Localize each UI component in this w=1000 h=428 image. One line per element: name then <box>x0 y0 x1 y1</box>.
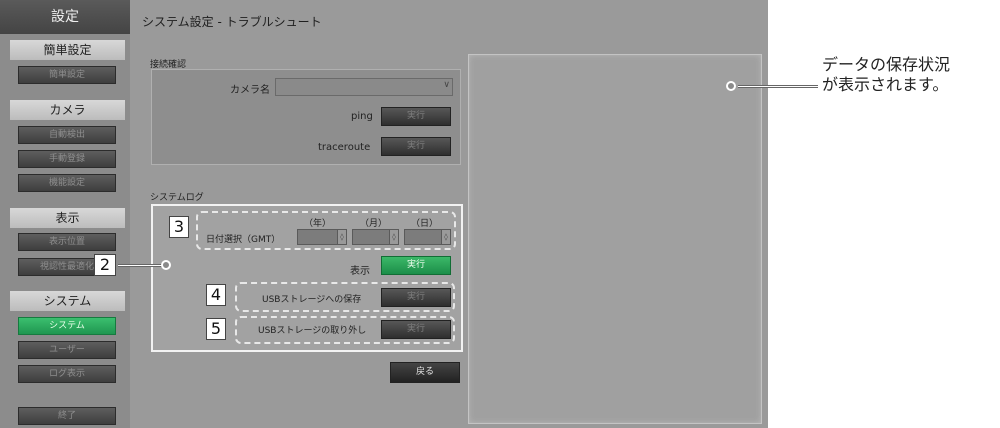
spinner-arrows-icon: ◊ <box>441 230 450 244</box>
ping-label: ping <box>351 111 373 122</box>
traceroute-label: traceroute <box>318 142 371 153</box>
display-label: 表示 <box>350 266 370 277</box>
callout-2-line <box>118 264 163 267</box>
spinner-arrows-icon: ◊ <box>337 230 346 244</box>
spinner-arrows-icon: ◊ <box>389 230 398 244</box>
sidebar-item-function-settings[interactable]: 機能設定 <box>18 174 116 192</box>
syslog-section-label: システムログ <box>150 193 204 203</box>
page-title: システム設定 - トラブルシュート <box>142 15 322 29</box>
usb-remove-label: USBストレージの取り外し <box>258 326 367 336</box>
sidebar-item-manual-register[interactable]: 手動登録 <box>18 150 116 168</box>
exit-button[interactable]: 終了 <box>18 407 116 425</box>
sidebar-item-auto-detect[interactable]: 自動検出 <box>18 126 116 144</box>
sidebar-item-display-position[interactable]: 表示位置 <box>18 233 116 251</box>
callout-2-dot <box>161 260 171 270</box>
sidebar-item-system[interactable]: システム <box>18 317 116 335</box>
status-explanation-line2: が表示されます。 <box>822 75 949 94</box>
callout-number-3: 3 <box>169 216 189 238</box>
chevron-down-icon: ∨ <box>443 80 450 90</box>
status-display-area <box>468 54 762 424</box>
month-spinner[interactable]: ◊ <box>352 229 399 245</box>
year-label: （年） <box>304 219 332 229</box>
year-spinner[interactable]: ◊ <box>297 229 347 245</box>
ping-run-button[interactable]: 実行 <box>381 107 451 126</box>
traceroute-run-button[interactable]: 実行 <box>381 137 451 156</box>
callout-status-line <box>738 85 818 88</box>
status-explanation-line1: データの保存状況 <box>822 55 951 74</box>
sidebar-section-display: 表示 <box>10 208 125 228</box>
sidebar-section-system: システム <box>10 291 125 311</box>
sidebar-section-easy: 簡単設定 <box>10 40 125 60</box>
callout-status-dot <box>726 81 736 91</box>
day-spinner[interactable]: ◊ <box>404 229 451 245</box>
usb-save-button[interactable]: 実行 <box>381 288 451 307</box>
usb-save-label: USBストレージへの保存 <box>262 295 362 305</box>
month-label: （月） <box>360 219 388 229</box>
sidebar-section-camera: カメラ <box>10 100 125 120</box>
sidebar-item-easy-setup[interactable]: 簡単設定 <box>18 66 116 84</box>
sidebar-item-log-view[interactable]: ログ表示 <box>18 365 116 383</box>
sidebar-item-users[interactable]: ユーザー <box>18 341 116 359</box>
callout-number-4: 4 <box>206 284 226 306</box>
back-button[interactable]: 戻る <box>390 362 460 383</box>
camera-name-select[interactable]: ∨ <box>275 78 453 96</box>
usb-remove-button[interactable]: 実行 <box>381 320 451 339</box>
day-label: （日） <box>411 219 439 229</box>
status-explanation: データの保存状況 が表示されます。 <box>822 55 950 95</box>
camera-name-label: カメラ名 <box>230 85 270 96</box>
sidebar-title: 設定 <box>0 0 130 34</box>
date-select-label: 日付選択（GMT） <box>206 235 281 245</box>
callout-number-2: 2 <box>94 254 116 276</box>
callout-number-5: 5 <box>206 318 226 340</box>
display-run-button[interactable]: 実行 <box>381 256 451 275</box>
sidebar: 設定 簡単設定 簡単設定 カメラ 自動検出 手動登録 機能設定 表示 表示位置 … <box>0 0 130 428</box>
